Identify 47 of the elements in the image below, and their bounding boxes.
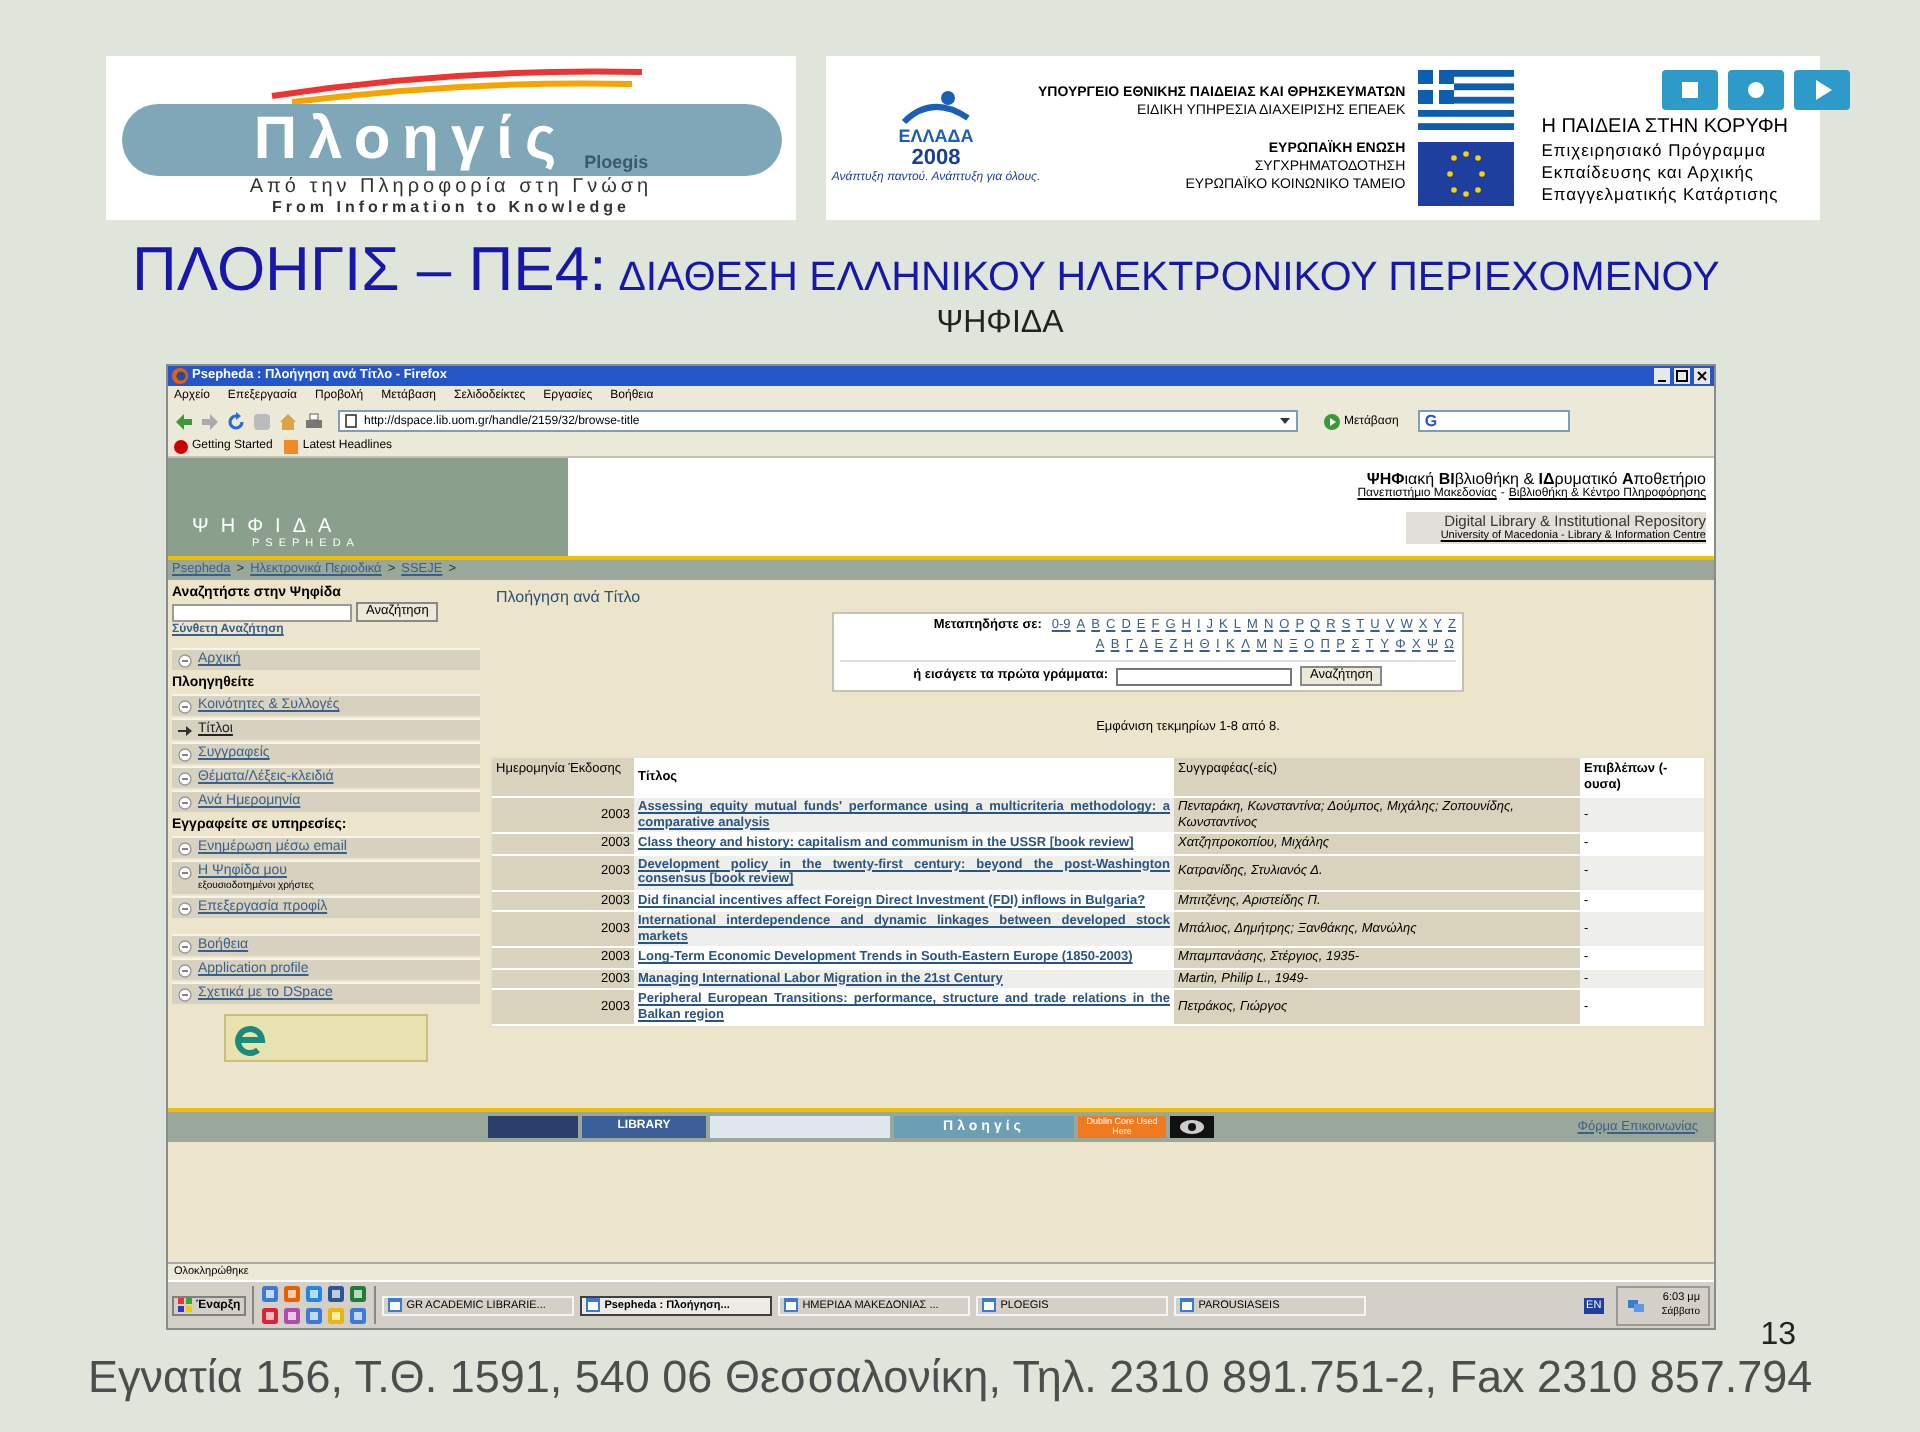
page-heading: Πλοήγηση ανά Τίτλο [494,588,643,608]
go-arrow-icon [1324,413,1340,429]
network-icon [1625,1297,1646,1313]
olympic-year: 2008 [911,145,961,169]
letters-input-field[interactable] [1116,667,1292,685]
logo-tagline-en: From Information to Knowledge [272,198,630,216]
slide-title: ΔΙΑΘΕΣΗ ΕΛΛΗΝΙΚΟΥ ΗΛΕΚΤΡΟΝΙΚΟΥ ΠΕΡΙΕΧΟΜΕΝΟΥ [618,256,1720,300]
reload-icon[interactable] [226,411,246,431]
eu-flag-icon [1417,142,1514,206]
close-icon[interactable] [1694,368,1710,384]
printer-icon[interactable] [304,411,324,431]
window-icon [982,1298,997,1312]
program-text: Επιχειρησιακό Πρόγραμμα [1541,140,1767,162]
site-name: ΨΗΦΙΔΑ [192,516,346,538]
address-text: Εγνατία 156, Τ.Θ. 1591, 540 06 Θεσσαλονίκη, Τηλ. 2310 891.751-2, Fax 2310 857.794 [88,1356,1813,1400]
greek-flag-icon [1417,70,1514,130]
window-icon [586,1298,601,1312]
minimize-icon[interactable] [1654,368,1670,384]
home-icon[interactable] [278,411,298,431]
window-icon [784,1298,799,1312]
university-logo [488,1116,578,1138]
olympic-text: ΕΛΛΑΔΑ [898,125,974,145]
slide-title: ΠΛΟΗΓΙΣ – ΠΕ4: [132,240,607,300]
logo-name: Πλοηγίς [253,110,569,170]
logo-latin: Ploegis [584,149,649,176]
forward-arrow-icon[interactable] [200,411,220,431]
runner-icon [900,89,972,125]
search-field[interactable]: G [1418,410,1571,432]
program-title: Η ΠΑΙΔΕΙΑ ΣΤΗΝ ΚΟΡΥΦΗ [1541,114,1789,140]
windows-logo-icon [178,1298,192,1312]
eye-icon [1170,1116,1214,1138]
library-tagline: ΨΗΦιακή ΒΙβλιοθήκη & ΙΔρυματικό Αποθετήριο [1366,470,1706,488]
slide-number: 13 [1760,1316,1796,1356]
back-arrow-icon[interactable] [174,411,194,431]
maximize-icon[interactable] [1674,368,1690,384]
window-icon [388,1298,403,1312]
dropdown-arrow-icon [1278,414,1292,428]
search-field[interactable] [172,603,352,621]
logo-tagline: Από την Πληροφορία στη Γνώση [249,176,653,198]
slide-subtitle: ΨΗΦΙΔΑ [936,306,1064,344]
feed-icon [284,439,299,453]
program-text: Εκπαίδευσης και Αρχικής [1541,162,1755,184]
firefox-icon [172,368,188,384]
page-icon [344,414,358,428]
program-text: Επαγγελματικής Κατάρτισης [1541,184,1779,206]
window-icon [1180,1298,1195,1312]
dot-icon [174,439,188,453]
